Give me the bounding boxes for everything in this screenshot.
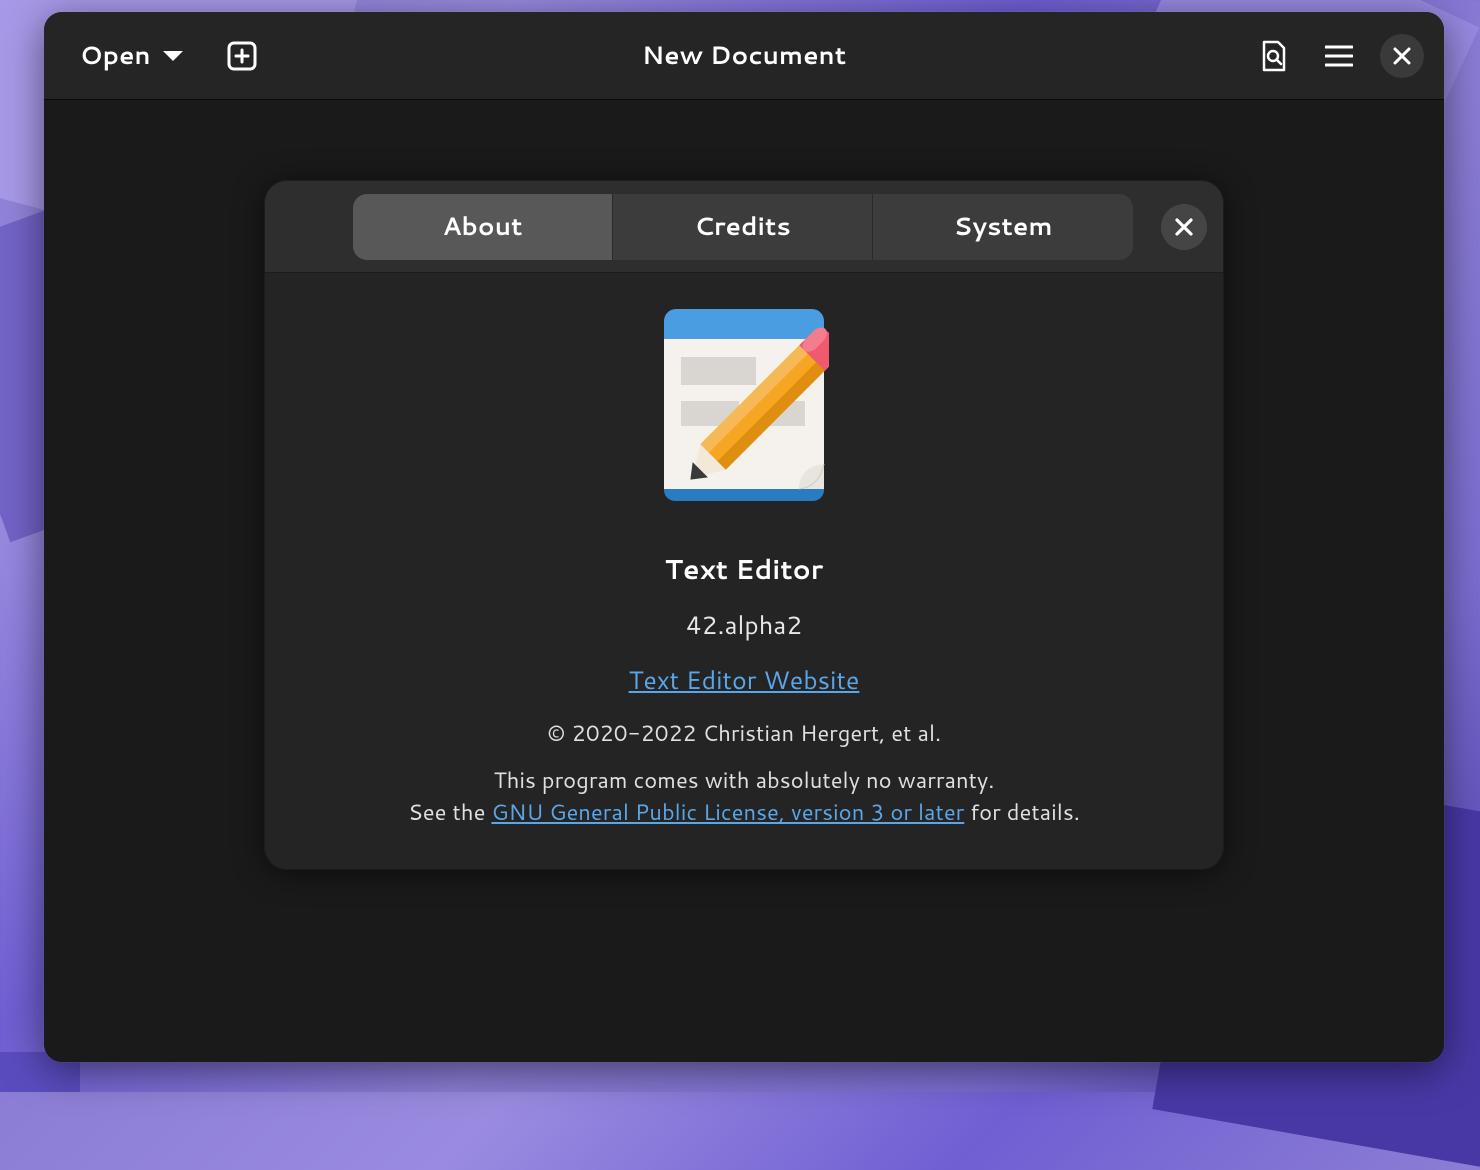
warranty-prefix: See the <box>408 797 491 828</box>
tab-switcher: About Credits System <box>353 194 1133 260</box>
search-button[interactable] <box>1248 31 1298 81</box>
window-title: New Document <box>642 38 846 73</box>
license-link[interactable]: GNU General Public License, version 3 or… <box>491 797 964 828</box>
close-icon <box>1393 47 1411 65</box>
menu-button[interactable] <box>1314 31 1364 81</box>
tab-credits[interactable]: Credits <box>613 194 873 260</box>
hamburger-icon <box>1325 45 1353 67</box>
headerbar-left: Open <box>64 28 267 83</box>
editor-area[interactable]: About Credits System <box>44 100 1444 1062</box>
warranty-suffix: for details. <box>964 797 1080 828</box>
new-tab-icon <box>227 41 257 71</box>
copyright-text: © 2020-2022 Christian Hergert, et al. <box>547 718 941 749</box>
open-button-label: Open <box>80 38 151 73</box>
dialog-close-button[interactable] <box>1161 204 1207 250</box>
warranty-text: This program comes with absolutely no wa… <box>408 765 1080 829</box>
app-icon <box>659 309 829 509</box>
text-editor-window: Open New Document <box>44 12 1444 1062</box>
tab-label: About <box>443 209 523 244</box>
headerbar: Open New Document <box>44 12 1444 100</box>
dialog-header: About Credits System <box>265 181 1223 273</box>
chevron-down-icon <box>163 51 183 61</box>
app-name: Text Editor <box>665 549 824 588</box>
about-dialog: About Credits System <box>265 181 1223 869</box>
document-search-icon <box>1258 40 1288 72</box>
tab-label: System <box>953 209 1052 244</box>
open-button[interactable]: Open <box>64 28 199 83</box>
website-link[interactable]: Text Editor Website <box>629 663 860 698</box>
new-tab-button[interactable] <box>217 31 267 81</box>
window-close-button[interactable] <box>1380 34 1424 78</box>
app-version: 42.alpha2 <box>686 608 802 643</box>
tab-system[interactable]: System <box>873 194 1133 260</box>
headerbar-right <box>1248 31 1424 81</box>
tab-about[interactable]: About <box>353 194 613 260</box>
tab-label: Credits <box>694 209 791 244</box>
close-icon <box>1175 218 1193 236</box>
warranty-line1: This program comes with absolutely no wa… <box>494 765 995 796</box>
dialog-body: Text Editor 42.alpha2 Text Editor Websit… <box>265 273 1223 869</box>
